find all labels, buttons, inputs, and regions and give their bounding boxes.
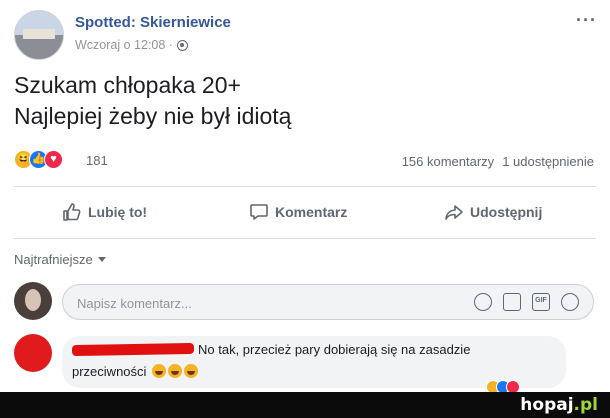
gif-icon[interactable]: GIF xyxy=(532,293,550,311)
comment-sort-label: Najtrafniejsze xyxy=(14,252,93,267)
comment-button[interactable]: Komentarz xyxy=(249,190,347,234)
watermark-logo: hopaj.pl xyxy=(520,395,598,415)
laughing-emoji-icon xyxy=(184,364,199,378)
comment-input[interactable] xyxy=(75,293,439,313)
thumbs-up-icon xyxy=(63,203,81,221)
comment-text: No tak, przecież pary dobierają się na z… xyxy=(198,342,471,357)
divider xyxy=(14,238,596,239)
like-button-label: Lubię to! xyxy=(88,204,148,220)
post-text: Szukam chłopaka 20+ Najlepiej żeby nie b… xyxy=(14,70,291,132)
composer-icons: GIF xyxy=(463,293,579,313)
smile-icon[interactable] xyxy=(474,293,492,311)
engagement-counts: 156 komentarzy 1 udostępnienie xyxy=(394,154,594,169)
love-reaction-icon: ♥ xyxy=(44,150,63,169)
comment-button-label: Komentarz xyxy=(275,204,348,220)
comment-icon xyxy=(250,204,268,220)
caret-down-icon xyxy=(97,257,106,262)
post-timestamp[interactable]: Wczoraj o 12:08 · xyxy=(75,38,173,52)
comment-text-continued: przeciwności xyxy=(72,364,199,379)
page-avatar[interactable] xyxy=(14,10,64,60)
post-header: Spotted: Skierniewice Wczoraj o 12:08 · … xyxy=(14,10,599,60)
shares-count-link[interactable]: 1 udostępnienie xyxy=(502,154,594,169)
share-button[interactable]: Udostępnij xyxy=(444,190,542,234)
laughing-emoji-icon xyxy=(152,364,167,378)
commenter-avatar-redacted[interactable] xyxy=(14,334,52,372)
more-options-button[interactable]: ··· xyxy=(576,10,597,31)
post-meta: Wczoraj o 12:08 · xyxy=(75,38,188,52)
reaction-count[interactable]: 181 xyxy=(86,153,108,168)
post-text-line: Szukam chłopaka 20+ xyxy=(14,72,241,98)
sticker-icon[interactable] xyxy=(561,293,579,311)
comment-reactions[interactable] xyxy=(486,380,546,394)
share-button-label: Udostępnij xyxy=(470,204,543,220)
laughing-emoji-icon xyxy=(168,364,183,378)
comments-count-link[interactable]: 156 komentarzy xyxy=(402,154,495,169)
redacted-author-name xyxy=(71,342,195,357)
facebook-post: Spotted: Skierniewice Wczoraj o 12:08 · … xyxy=(0,0,610,394)
divider xyxy=(14,186,596,187)
page-name-link[interactable]: Spotted: Skierniewice xyxy=(75,14,231,31)
watermark-bar: hopaj.pl xyxy=(0,392,610,418)
post-text-line: Najlepiej żeby nie był idiotą xyxy=(14,103,292,129)
globe-icon xyxy=(176,40,188,51)
comment-composer[interactable]: GIF xyxy=(62,284,594,320)
share-arrow-icon xyxy=(445,205,463,220)
camera-icon[interactable] xyxy=(503,293,521,311)
current-user-avatar[interactable] xyxy=(14,282,52,320)
post-actions-bar: Lubię to! Komentarz Udostępnij xyxy=(14,190,596,234)
comment-sort-dropdown[interactable]: Najtrafniejsze xyxy=(14,252,106,267)
like-button[interactable]: Lubię to! xyxy=(62,190,147,234)
